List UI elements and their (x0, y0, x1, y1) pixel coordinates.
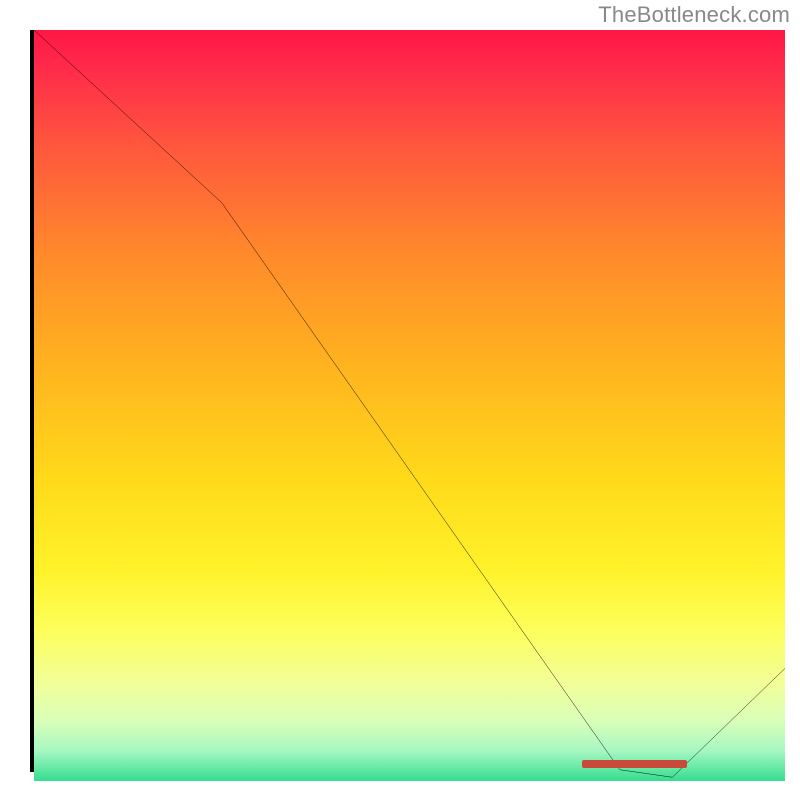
line-curve (34, 30, 785, 781)
watermark-text: TheBottleneck.com (598, 2, 790, 28)
optimal-range-marker (582, 760, 687, 768)
chart-container: TheBottleneck.com (0, 0, 800, 800)
plot-area (34, 30, 785, 768)
